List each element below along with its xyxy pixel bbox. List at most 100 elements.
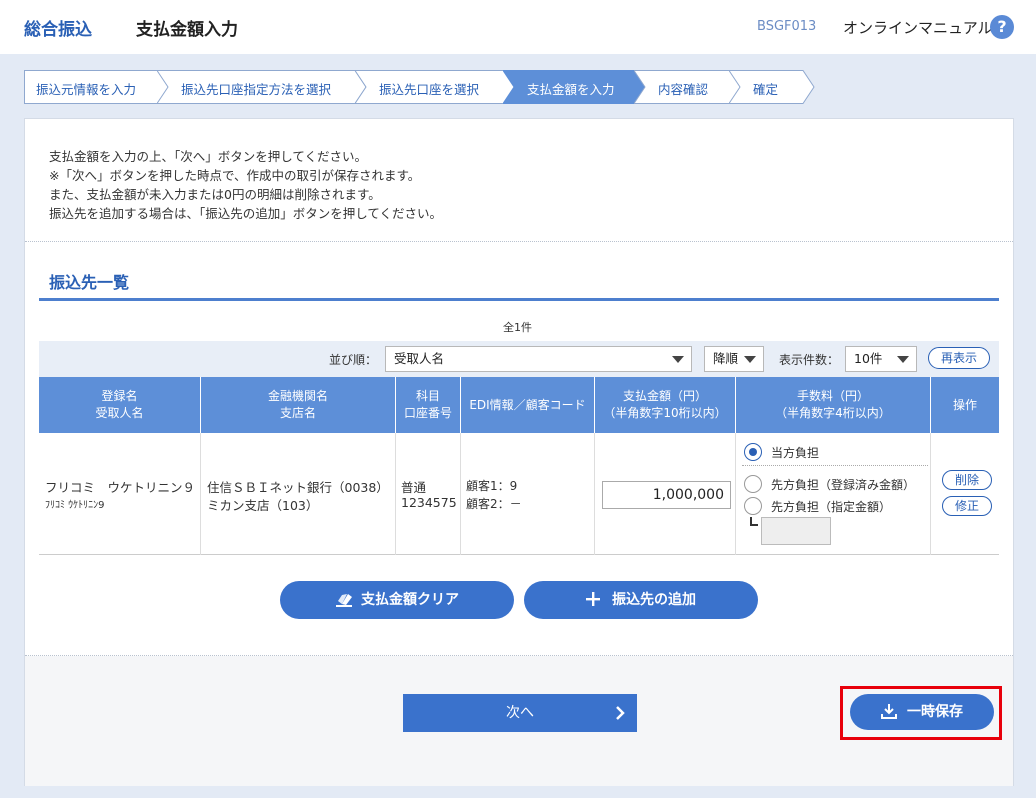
per-page-value: 10件 — [854, 351, 883, 366]
col-header-line: 手数料（円） — [796, 389, 869, 403]
branch-name: ミカン支店（103） — [207, 498, 319, 513]
col-header-account: 科目 口座番号 — [396, 377, 461, 433]
delete-button[interactable]: 削除 — [942, 470, 992, 490]
dropdown-arrow-icon — [744, 356, 756, 363]
edi-line: 顧客2：－ — [466, 497, 522, 511]
next-button[interactable]: 次へ — [403, 694, 637, 732]
header-bar: 総合振込 支払金額入力 BSGF013 オンラインマニュアル ? — [0, 0, 1036, 54]
recipient-name: フリコミ ウケトリニン９ — [45, 480, 196, 495]
instruction-line: 支払金額を入力の上、「次へ」ボタンを押してください。 — [49, 149, 368, 164]
cell-actions — [931, 433, 999, 555]
clear-amount-label: 支払金額クリア — [361, 592, 459, 608]
sort-field-value: 受取人名 — [394, 351, 445, 366]
add-recipient-label: 振込先の追加 — [612, 592, 696, 608]
online-manual-link[interactable]: オンラインマニュアル — [843, 17, 993, 38]
result-count: 全1件 — [503, 321, 532, 334]
section-underline — [39, 298, 999, 301]
col-header-name: 登録名 受取人名 — [39, 377, 201, 433]
col-header-line: 操作 — [952, 397, 977, 412]
step-label: 振込先口座指定方法を選択 — [181, 82, 332, 97]
sort-order-select[interactable]: 降順 — [704, 346, 764, 372]
recipient-kana: ﾌﾘｺﾐ ｳｹﾄﾘﾆﾝ9 — [45, 500, 105, 511]
page-title: 支払金額入力 — [136, 20, 238, 40]
indent-corner-icon — [750, 517, 758, 526]
account-number: 1234575 — [401, 495, 457, 510]
col-header-line: 支払金額（円） — [622, 389, 707, 403]
sort-bar: 並び順： 受取人名 降順 表示件数： 10件 再表示 — [39, 341, 999, 377]
per-page-label: 表示件数： — [779, 353, 840, 367]
eraser-icon — [336, 594, 352, 607]
next-label: 次へ — [506, 705, 534, 721]
fee-radio-registered[interactable] — [744, 475, 762, 493]
col-header-line: 科目 — [415, 389, 440, 403]
dropdown-arrow-icon — [897, 356, 909, 363]
sort-order-value: 降順 — [713, 351, 739, 366]
cell-name: フリコミ ウケトリニン９ ﾌﾘｺﾐ ｳｹﾄﾘﾆﾝ9 — [39, 433, 201, 555]
cell-edi: 顧客1：9 顧客2：－ — [461, 433, 595, 555]
instruction-line: また、支払金額が未入力または0円の明細は削除されます。 — [49, 187, 381, 202]
fee-radio-ours[interactable] — [744, 443, 762, 461]
step-label: 内容確認 — [658, 82, 709, 97]
step-4: 支払金額を入力 — [503, 70, 648, 104]
col-header-edi: EDI情報／顧客コード — [461, 377, 595, 433]
sort-field-select[interactable]: 受取人名 — [385, 346, 692, 372]
cell-bank: 住信ＳＢＩネット銀行（0038） ミカン支店（103） — [201, 433, 396, 555]
plus-icon — [586, 592, 600, 606]
table-header: 登録名 受取人名 金融機関名 支店名 科目 口座番号 EDI情報／顧客コード 支… — [39, 377, 999, 433]
col-header-amount: 支払金額（円） （半角数字10桁以内） — [595, 377, 736, 433]
col-header-line: （半角数字10桁以内） — [603, 406, 727, 420]
temporary-save-button[interactable]: 一時保存 — [850, 694, 994, 730]
col-header-line: （半角数字4桁以内） — [775, 406, 891, 420]
step-label: 振込元情報を入力 — [36, 82, 137, 97]
chevron-right-icon — [616, 706, 625, 720]
section-title: 振込先一覧 — [49, 273, 130, 292]
step-3: 振込先口座を選択 — [355, 70, 517, 104]
fee-radio-specified[interactable] — [744, 497, 762, 515]
instruction-line: ※「次へ」ボタンを押した時点で、作成中の取引が保存されます。 — [49, 168, 421, 183]
col-header-line: 金融機関名 — [267, 389, 328, 403]
step-5: 内容確認 — [634, 70, 743, 104]
step-label: 確定 — [753, 82, 779, 97]
download-icon — [881, 704, 897, 719]
edi-line: 顧客1：9 — [466, 479, 518, 493]
step-1: 振込元情報を入力 — [24, 70, 171, 104]
fee-amount-input[interactable] — [761, 517, 831, 545]
dropdown-arrow-icon — [672, 356, 684, 363]
instruction-line: 振込先を追加する場合は、「振込先の追加」ボタンを押してください。 — [49, 206, 443, 221]
add-recipient-button[interactable]: 振込先の追加 — [524, 581, 758, 619]
col-header-line: 支店名 — [279, 406, 316, 420]
clear-amount-button[interactable]: 支払金額クリア — [280, 581, 514, 619]
redisplay-button[interactable]: 再表示 — [928, 347, 990, 369]
col-header-line: 受取人名 — [95, 406, 144, 420]
edit-button[interactable]: 修正 — [942, 496, 992, 516]
fee-option-label: 先方負担（指定金額） — [771, 500, 892, 514]
instructions: 支払金額を入力の上、「次へ」ボタンを押してください。 ※「次へ」ボタンを押した時… — [49, 147, 442, 223]
step-2: 振込先口座指定方法を選択 — [157, 70, 367, 104]
progress-steps: 振込元情報を入力 振込先口座指定方法を選択 振込先口座を選択 支払金額を入力 内容確認 確… — [24, 70, 815, 104]
fee-option-label: 先方負担（登録済み金額） — [771, 478, 916, 492]
col-header-line: 登録名 — [101, 389, 138, 403]
divider — [25, 241, 1013, 242]
col-header-bank: 金融機関名 支店名 — [201, 377, 396, 433]
step-label: 振込先口座を選択 — [379, 82, 480, 97]
step-6: 確定 — [729, 70, 815, 104]
bank-name: 住信ＳＢＩネット銀行（0038） — [207, 480, 389, 495]
footer-area: 次へ 一時保存 — [25, 656, 1013, 786]
col-header-actions: 操作 — [931, 377, 999, 433]
table-row: フリコミ ウケトリニン９ ﾌﾘｺﾐ ｳｹﾄﾘﾆﾝ9 住信ＳＢＩネット銀行（003… — [39, 433, 999, 555]
per-page-select[interactable]: 10件 — [845, 346, 917, 372]
screen-id: BSGF013 — [757, 19, 817, 34]
fee-divider — [742, 465, 928, 466]
col-header-line: 口座番号 — [403, 406, 452, 420]
sort-label: 並び順： — [329, 353, 378, 367]
account-type: 普通 — [401, 480, 427, 495]
fee-option-label: 当方負担 — [771, 446, 820, 460]
amount-input[interactable]: 1,000,000 — [602, 481, 731, 509]
temporary-save-label: 一時保存 — [907, 704, 963, 720]
cell-account: 普通 1234575 — [396, 433, 461, 555]
main-panel: 支払金額を入力の上、「次へ」ボタンを押してください。 ※「次へ」ボタンを押した時… — [24, 118, 1014, 786]
help-icon[interactable]: ? — [990, 15, 1014, 39]
service-name: 総合振込 — [24, 20, 92, 40]
col-header-fee: 手数料（円） （半角数字4桁以内） — [736, 377, 931, 433]
col-header-line: EDI情報／顧客コード — [469, 397, 586, 412]
